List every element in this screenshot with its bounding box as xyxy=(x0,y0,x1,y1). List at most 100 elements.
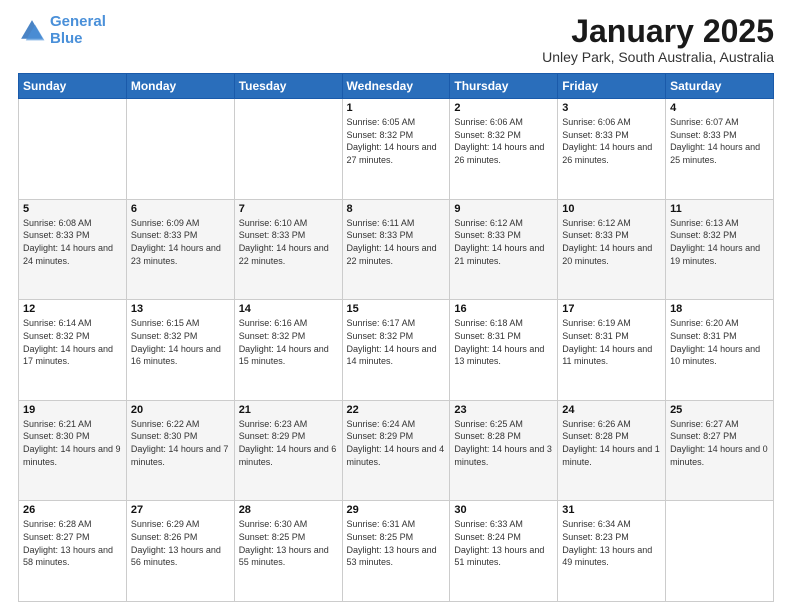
day-info: Sunrise: 6:20 AM Sunset: 8:31 PM Dayligh… xyxy=(670,317,769,367)
header-sunday: Sunday xyxy=(19,74,127,99)
calendar-cell: 8 Sunrise: 6:11 AM Sunset: 8:33 PM Daylig… xyxy=(342,199,450,300)
calendar-cell: 19 Sunrise: 6:21 AM Sunset: 8:30 PM Dayli… xyxy=(19,400,127,501)
calendar-cell: 7 Sunrise: 6:10 AM Sunset: 8:33 PM Daylig… xyxy=(234,199,342,300)
logo-icon xyxy=(18,17,46,45)
header-wednesday: Wednesday xyxy=(342,74,450,99)
calendar-cell: 12 Sunrise: 6:14 AM Sunset: 8:32 PM Dayli… xyxy=(19,300,127,401)
day-info: Sunrise: 6:30 AM Sunset: 8:25 PM Dayligh… xyxy=(239,518,338,568)
day-info: Sunrise: 6:24 AM Sunset: 8:29 PM Dayligh… xyxy=(347,418,446,468)
day-info: Sunrise: 6:06 AM Sunset: 8:33 PM Dayligh… xyxy=(562,116,661,166)
calendar-cell: 1Sunrise: 6:05 AM Sunset: 8:32 PM Daylig… xyxy=(342,99,450,200)
day-info: Sunrise: 6:22 AM Sunset: 8:30 PM Dayligh… xyxy=(131,418,230,468)
day-number: 17 xyxy=(562,303,661,315)
title-block: January 2025 Unley Park, South Australia… xyxy=(542,14,774,65)
calendar-cell: 5Sunrise: 6:08 AM Sunset: 8:33 PM Daylig… xyxy=(19,199,127,300)
day-info: Sunrise: 6:07 AM Sunset: 8:33 PM Dayligh… xyxy=(670,116,769,166)
calendar-cell xyxy=(666,501,774,602)
day-info: Sunrise: 6:27 AM Sunset: 8:27 PM Dayligh… xyxy=(670,418,769,468)
day-info: Sunrise: 6:26 AM Sunset: 8:28 PM Dayligh… xyxy=(562,418,661,468)
day-number: 10 xyxy=(562,203,661,215)
day-number: 24 xyxy=(562,404,661,416)
day-number: 26 xyxy=(23,504,122,516)
day-number: 20 xyxy=(131,404,230,416)
day-info: Sunrise: 6:09 AM Sunset: 8:33 PM Dayligh… xyxy=(131,217,230,267)
header: General Blue January 2025 Unley Park, So… xyxy=(18,14,774,65)
day-number: 9 xyxy=(454,203,553,215)
day-number: 22 xyxy=(347,404,446,416)
day-number: 14 xyxy=(239,303,338,315)
day-info: Sunrise: 6:33 AM Sunset: 8:24 PM Dayligh… xyxy=(454,518,553,568)
calendar-cell: 14 Sunrise: 6:16 AM Sunset: 8:32 PM Dayli… xyxy=(234,300,342,401)
day-number: 31 xyxy=(562,504,661,516)
calendar-cell: 30 Sunrise: 6:33 AM Sunset: 8:24 PM Dayli… xyxy=(450,501,558,602)
calendar-cell: 27 Sunrise: 6:29 AM Sunset: 8:26 PM Dayli… xyxy=(126,501,234,602)
day-info: Sunrise: 6:18 AM Sunset: 8:31 PM Dayligh… xyxy=(454,317,553,367)
day-info: Sunrise: 6:34 AM Sunset: 8:23 PM Dayligh… xyxy=(562,518,661,568)
day-number: 30 xyxy=(454,504,553,516)
day-number: 6 xyxy=(131,203,230,215)
calendar-cell: 25 Sunrise: 6:27 AM Sunset: 8:27 PM Dayli… xyxy=(666,400,774,501)
calendar-cell: 28 Sunrise: 6:30 AM Sunset: 8:25 PM Dayli… xyxy=(234,501,342,602)
calendar-week-4: 19 Sunrise: 6:21 AM Sunset: 8:30 PM Dayli… xyxy=(19,400,774,501)
day-number: 4 xyxy=(670,102,769,114)
calendar-cell: 3 Sunrise: 6:06 AM Sunset: 8:33 PM Daylig… xyxy=(558,99,666,200)
day-number: 15 xyxy=(347,303,446,315)
calendar-cell: 11Sunrise: 6:13 AM Sunset: 8:32 PM Dayli… xyxy=(666,199,774,300)
weekday-header-row: Sunday Monday Tuesday Wednesday Thursday… xyxy=(19,74,774,99)
day-number: 16 xyxy=(454,303,553,315)
location: Unley Park, South Australia, Australia xyxy=(542,49,774,65)
day-info: Sunrise: 6:25 AM Sunset: 8:28 PM Dayligh… xyxy=(454,418,553,468)
day-number: 12 xyxy=(23,303,122,315)
calendar-cell: 18 Sunrise: 6:20 AM Sunset: 8:31 PM Dayli… xyxy=(666,300,774,401)
day-info: Sunrise: 6:13 AM Sunset: 8:32 PM Dayligh… xyxy=(670,217,769,267)
day-info: Sunrise: 6:31 AM Sunset: 8:25 PM Dayligh… xyxy=(347,518,446,568)
calendar-cell: 6 Sunrise: 6:09 AM Sunset: 8:33 PM Daylig… xyxy=(126,199,234,300)
calendar-cell: 29 Sunrise: 6:31 AM Sunset: 8:25 PM Dayli… xyxy=(342,501,450,602)
calendar-cell: 4 Sunrise: 6:07 AM Sunset: 8:33 PM Daylig… xyxy=(666,99,774,200)
day-info: Sunrise: 6:10 AM Sunset: 8:33 PM Dayligh… xyxy=(239,217,338,267)
day-info: Sunrise: 6:11 AM Sunset: 8:33 PM Dayligh… xyxy=(347,217,446,267)
calendar-cell: 20 Sunrise: 6:22 AM Sunset: 8:30 PM Dayli… xyxy=(126,400,234,501)
header-tuesday: Tuesday xyxy=(234,74,342,99)
day-info: Sunrise: 6:28 AM Sunset: 8:27 PM Dayligh… xyxy=(23,518,122,568)
calendar-cell: 22 Sunrise: 6:24 AM Sunset: 8:29 PM Dayli… xyxy=(342,400,450,501)
calendar-header: Sunday Monday Tuesday Wednesday Thursday… xyxy=(19,74,774,99)
calendar-cell: 10 Sunrise: 6:12 AM Sunset: 8:33 PM Dayli… xyxy=(558,199,666,300)
day-number: 2 xyxy=(454,102,553,114)
calendar-cell: 24 Sunrise: 6:26 AM Sunset: 8:28 PM Dayli… xyxy=(558,400,666,501)
logo-text: General Blue xyxy=(50,14,106,47)
day-number: 3 xyxy=(562,102,661,114)
calendar-week-5: 26 Sunrise: 6:28 AM Sunset: 8:27 PM Dayli… xyxy=(19,501,774,602)
logo: General Blue xyxy=(18,14,106,47)
header-thursday: Thursday xyxy=(450,74,558,99)
header-monday: Monday xyxy=(126,74,234,99)
calendar-week-2: 5Sunrise: 6:08 AM Sunset: 8:33 PM Daylig… xyxy=(19,199,774,300)
day-number: 29 xyxy=(347,504,446,516)
day-number: 25 xyxy=(670,404,769,416)
calendar-cell xyxy=(19,99,127,200)
day-number: 19 xyxy=(23,404,122,416)
calendar-cell: 31 Sunrise: 6:34 AM Sunset: 8:23 PM Dayli… xyxy=(558,501,666,602)
day-number: 18 xyxy=(670,303,769,315)
day-number: 8 xyxy=(347,203,446,215)
day-info: Sunrise: 6:29 AM Sunset: 8:26 PM Dayligh… xyxy=(131,518,230,568)
day-number: 28 xyxy=(239,504,338,516)
day-info: Sunrise: 6:16 AM Sunset: 8:32 PM Dayligh… xyxy=(239,317,338,367)
day-info: Sunrise: 6:21 AM Sunset: 8:30 PM Dayligh… xyxy=(23,418,122,468)
day-info: Sunrise: 6:12 AM Sunset: 8:33 PM Dayligh… xyxy=(454,217,553,267)
day-number: 13 xyxy=(131,303,230,315)
day-number: 7 xyxy=(239,203,338,215)
day-number: 5 xyxy=(23,203,122,215)
calendar-cell: 2Sunrise: 6:06 AM Sunset: 8:32 PM Daylig… xyxy=(450,99,558,200)
calendar-cell xyxy=(126,99,234,200)
month-title: January 2025 xyxy=(542,14,774,49)
day-info: Sunrise: 6:12 AM Sunset: 8:33 PM Dayligh… xyxy=(562,217,661,267)
calendar-cell xyxy=(234,99,342,200)
calendar-body: 1Sunrise: 6:05 AM Sunset: 8:32 PM Daylig… xyxy=(19,99,774,602)
calendar-cell: 26 Sunrise: 6:28 AM Sunset: 8:27 PM Dayli… xyxy=(19,501,127,602)
day-number: 27 xyxy=(131,504,230,516)
calendar-week-1: 1Sunrise: 6:05 AM Sunset: 8:32 PM Daylig… xyxy=(19,99,774,200)
day-info: Sunrise: 6:05 AM Sunset: 8:32 PM Dayligh… xyxy=(347,116,446,166)
day-info: Sunrise: 6:14 AM Sunset: 8:32 PM Dayligh… xyxy=(23,317,122,367)
page: General Blue January 2025 Unley Park, So… xyxy=(0,0,792,612)
